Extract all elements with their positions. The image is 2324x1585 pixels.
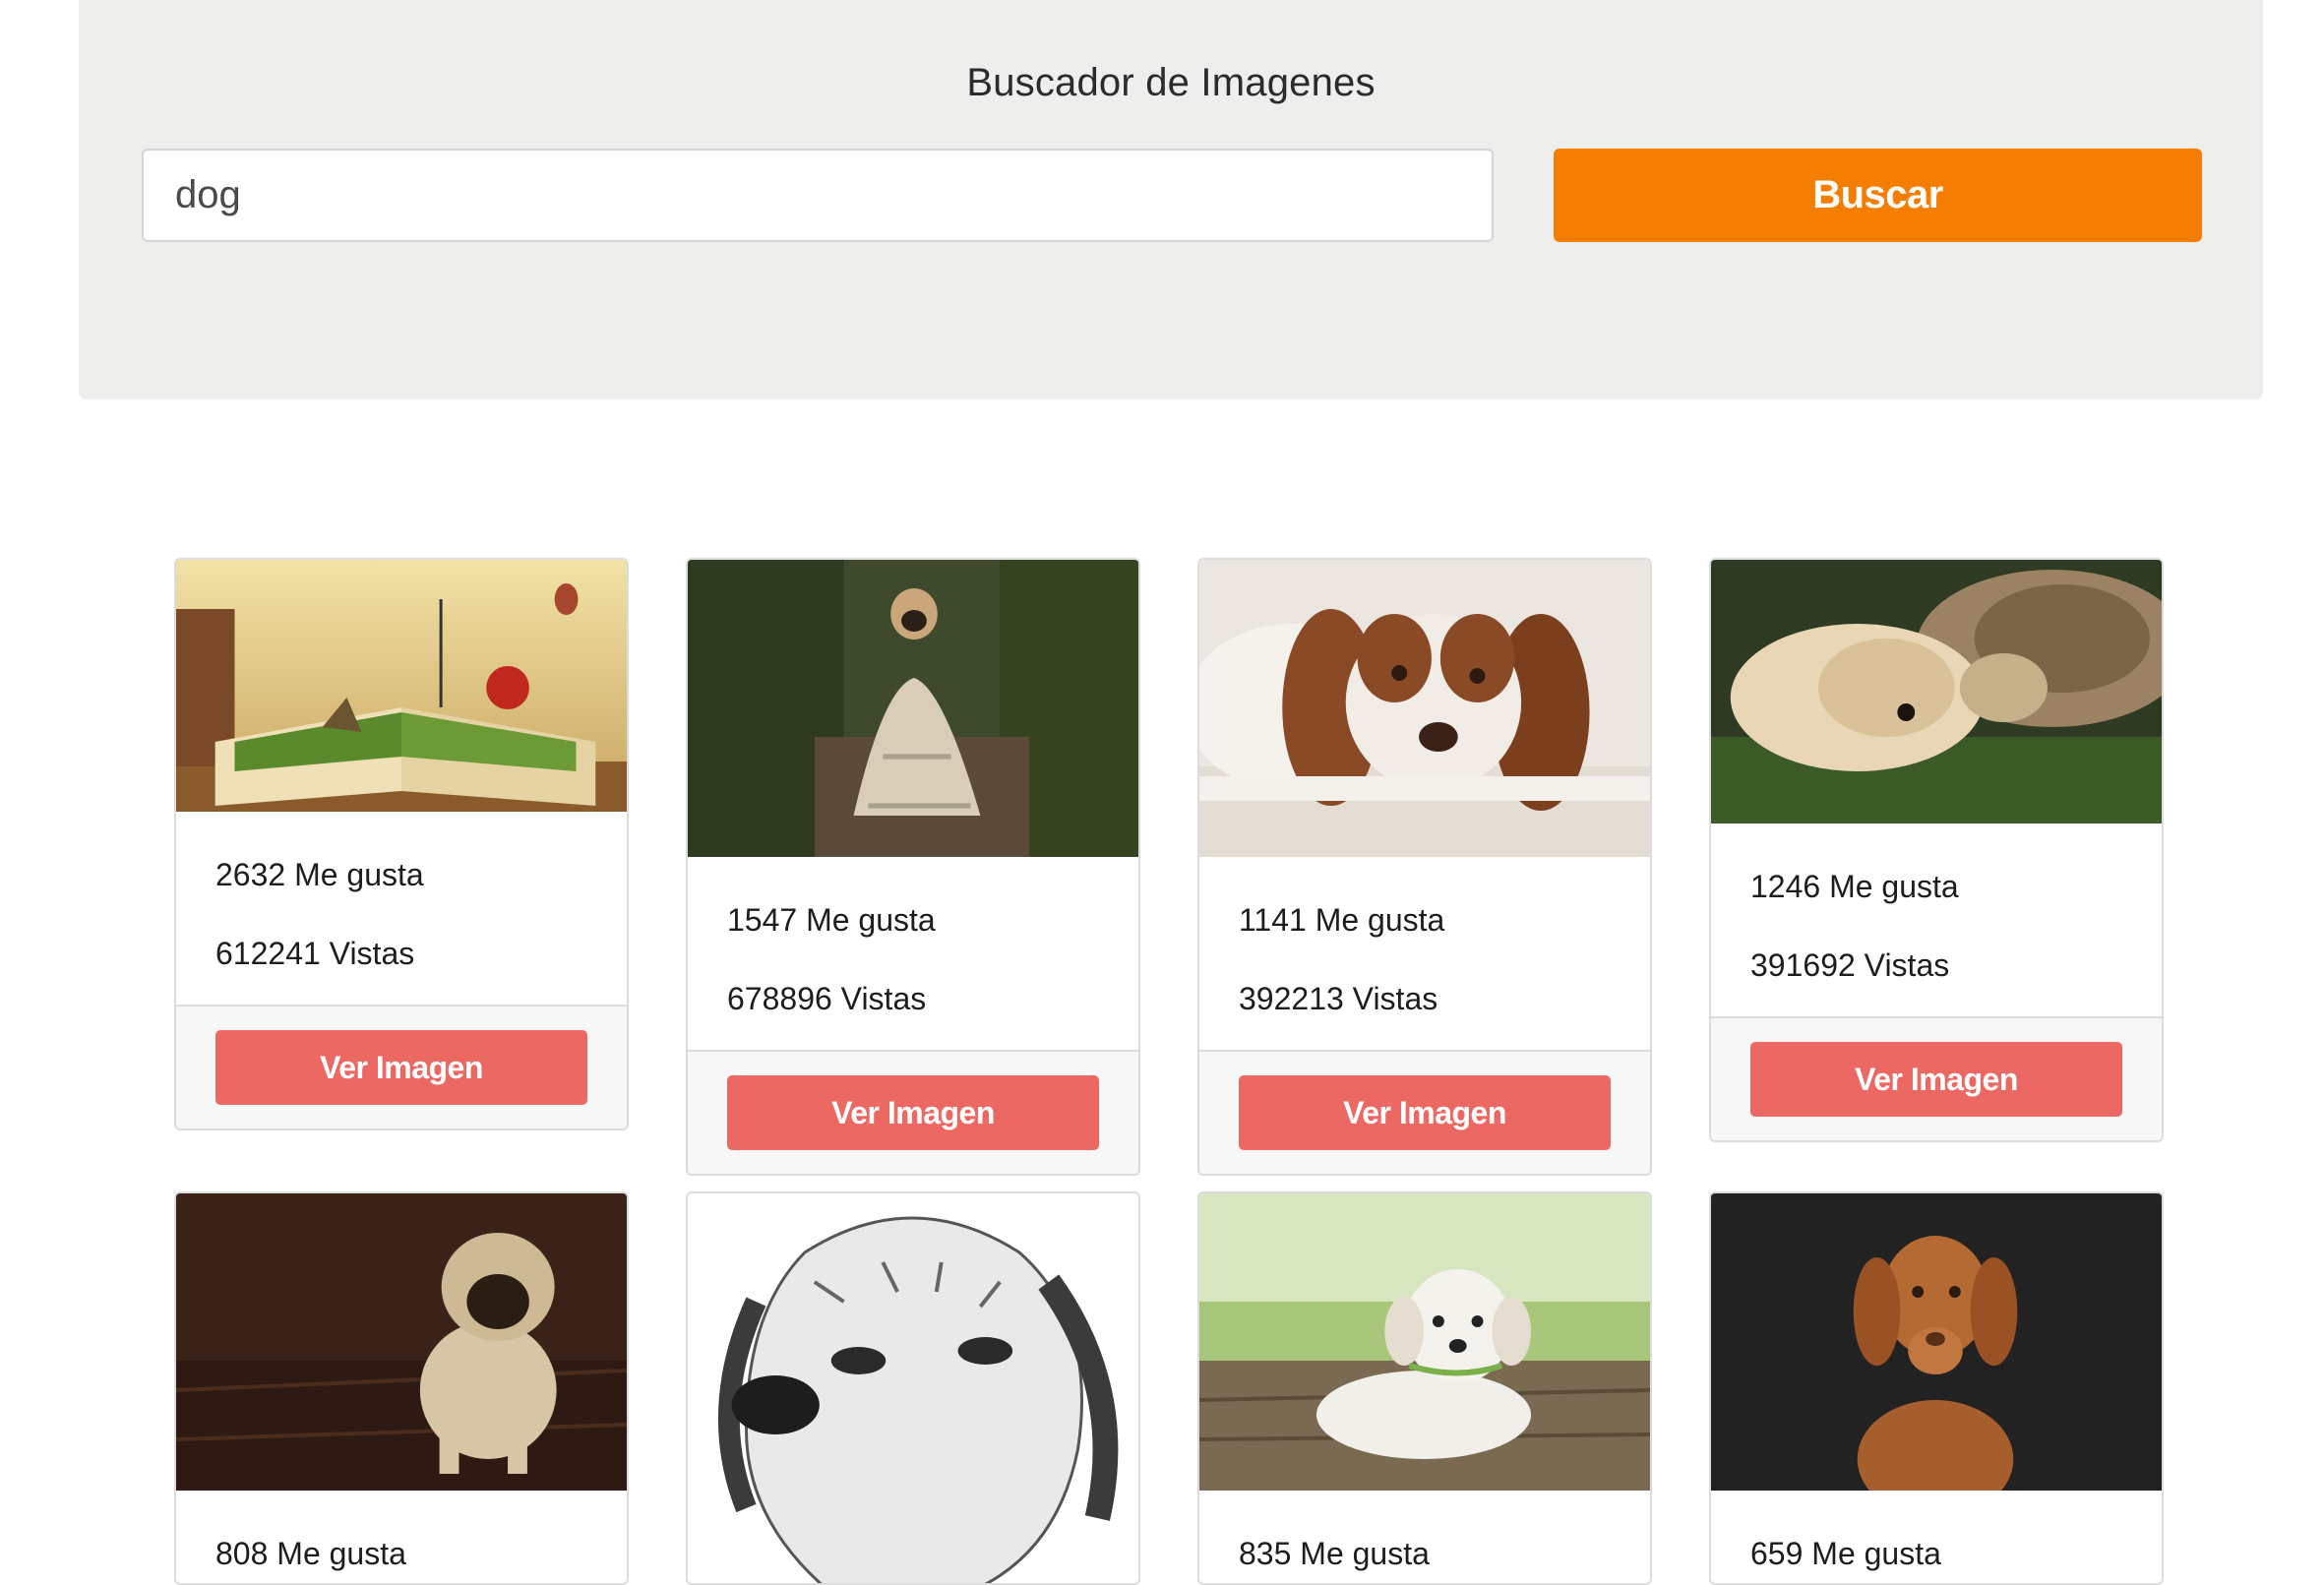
card-image [176, 560, 627, 812]
card-footer: Ver Imagen [1199, 1050, 1650, 1174]
likes-count: 2632 Me gusta [215, 857, 424, 892]
card-image [1199, 1193, 1650, 1491]
card-footer: Ver Imagen [176, 1005, 627, 1128]
views-count: 391692 Vistas [1750, 947, 1950, 983]
card-image [688, 560, 1138, 857]
image-card: 808 Me gusta [174, 1191, 629, 1585]
card-body: 835 Me gusta [1199, 1491, 1650, 1583]
search-input[interactable] [142, 149, 1494, 242]
card-footer: Ver Imagen [688, 1050, 1138, 1174]
image-card: 835 Me gusta [1197, 1191, 1652, 1585]
search-button[interactable]: Buscar [1554, 149, 2202, 242]
card-body: 659 Me gusta [1711, 1491, 2162, 1583]
view-image-button[interactable]: Ver Imagen [215, 1030, 587, 1105]
card-image [1199, 560, 1650, 857]
card-body: 1547 Me gusta 678896 Vistas [688, 857, 1138, 1050]
likes-count: 1141 Me gusta [1239, 902, 1445, 938]
likes-count: 1547 Me gusta [727, 902, 936, 938]
card-image [176, 1193, 627, 1491]
card-body: 2632 Me gusta 612241 Vistas [176, 812, 627, 1005]
views-count: 392213 Vistas [1239, 981, 1438, 1016]
view-image-button[interactable]: Ver Imagen [1750, 1042, 2122, 1117]
image-card: 2632 Me gusta 612241 Vistas Ver Imagen [174, 558, 629, 1130]
page-title: Buscador de Imagenes [966, 61, 1376, 104]
likes-count: 1246 Me gusta [1750, 869, 1959, 904]
image-card: 659 Me gusta [1709, 1191, 2164, 1585]
image-card: 1141 Me gusta 392213 Vistas Ver Imagen [1197, 558, 1652, 1176]
image-card [686, 1191, 1140, 1585]
search-jumbotron: Buscador de Imagenes Buscar [79, 0, 2263, 399]
card-image [1711, 560, 2162, 823]
view-image-button[interactable]: Ver Imagen [1239, 1075, 1611, 1150]
image-card: 1246 Me gusta 391692 Vistas Ver Imagen [1709, 558, 2164, 1142]
view-image-button[interactable]: Ver Imagen [727, 1075, 1099, 1150]
likes-count: 659 Me gusta [1750, 1536, 1941, 1571]
views-count: 678896 Vistas [727, 981, 927, 1016]
card-body: 1141 Me gusta 392213 Vistas [1199, 857, 1650, 1050]
card-body: 1246 Me gusta 391692 Vistas [1711, 823, 2162, 1016]
card-image [688, 1193, 1138, 1583]
image-card: 1547 Me gusta 678896 Vistas Ver Imagen [686, 558, 1140, 1176]
likes-count: 835 Me gusta [1239, 1536, 1430, 1571]
card-body: 808 Me gusta [176, 1491, 627, 1583]
views-count: 612241 Vistas [215, 936, 415, 971]
card-footer: Ver Imagen [1711, 1016, 2162, 1140]
likes-count: 808 Me gusta [215, 1536, 406, 1571]
card-image [1711, 1193, 2162, 1491]
